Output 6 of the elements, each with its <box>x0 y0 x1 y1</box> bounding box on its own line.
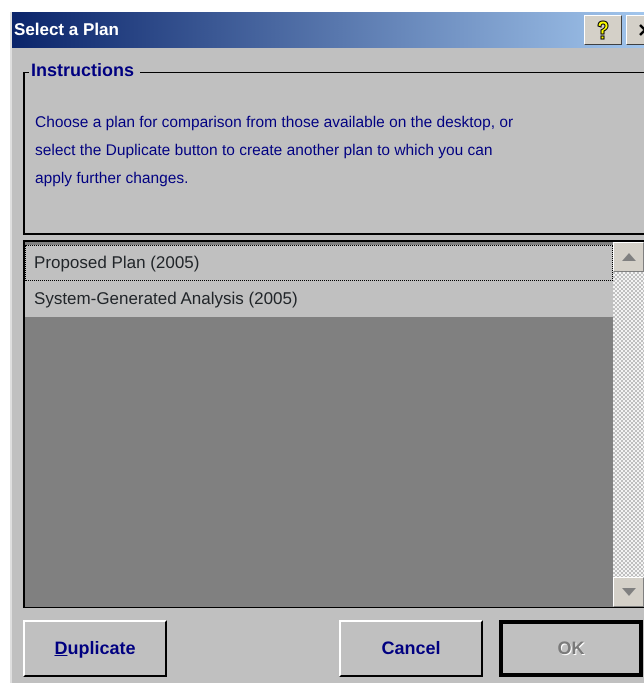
duplicate-button[interactable]: Duplicate <box>23 620 167 677</box>
cancel-button[interactable]: Cancel <box>339 620 483 677</box>
plan-list-item[interactable]: System-Generated Analysis (2005) <box>25 281 613 317</box>
window-title: Select a Plan <box>14 19 120 42</box>
instructions-text: Choose a plan for comparison from those available on the desktop, or select the Duplicate button to create another plan to which you can apply further changes. <box>35 113 514 189</box>
plan-list-item[interactable]: Proposed Plan (2005) <box>25 245 613 281</box>
